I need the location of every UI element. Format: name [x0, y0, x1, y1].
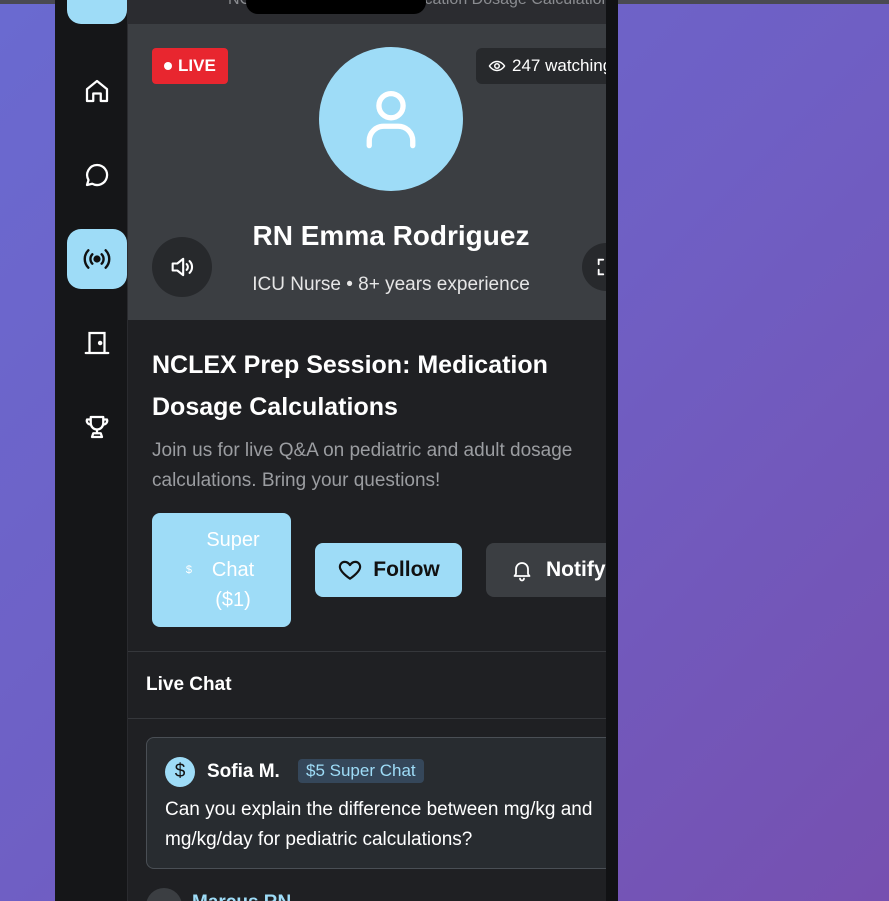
dollar-icon: $: [185, 564, 192, 576]
chat-message-user: Sofia M.: [207, 761, 280, 782]
mute-button[interactable]: [152, 237, 212, 297]
nav-live-button[interactable]: [67, 229, 127, 289]
nav-leaderboard-button[interactable]: [67, 397, 127, 457]
stream-panel: NCLEX Prep Session: Medication Dosage Ca…: [127, 0, 606, 901]
door-icon: [84, 331, 110, 355]
stream-description: Join us for live Q&A on pediatric and ad…: [152, 436, 606, 496]
fullscreen-icon: [597, 258, 605, 276]
chat-bubble-icon: [85, 163, 109, 187]
super-chat-button[interactable]: $ Super Chat ($1): [152, 513, 291, 627]
eye-icon: [488, 60, 506, 72]
super-chat-badge: $5 Super Chat: [298, 759, 424, 783]
nav-rail: [55, 0, 127, 901]
follow-button[interactable]: Follow: [315, 543, 462, 597]
live-badge: LIVE: [152, 48, 228, 84]
stream-title: NCLEX Prep Session: Medication Dosage Ca…: [152, 351, 548, 421]
stream-hero: LIVE 247 watching RN Emma Rodriguez ICU …: [128, 24, 606, 320]
notify-button[interactable]: Notify: [486, 543, 606, 597]
heart-icon: [339, 560, 362, 580]
host-avatar: [319, 47, 463, 191]
next-message-user: Marcus RN: [192, 892, 291, 901]
chat-divider-bottom: [128, 718, 606, 719]
live-chat-title: Live Chat: [146, 674, 232, 695]
nav-rooms-button[interactable]: [67, 313, 127, 373]
broadcast-icon: [83, 249, 111, 269]
super-chat-label: Super Chat ($1): [206, 529, 260, 611]
next-message-avatar: [146, 888, 182, 901]
speaker-icon: [171, 257, 194, 277]
user-icon: [366, 90, 416, 149]
follow-label: Follow: [373, 558, 440, 581]
notify-label: Notify: [546, 558, 606, 581]
stream-description-text: Join us for live Q&A on pediatric and ad…: [152, 440, 573, 491]
status-bar: NCLEX Prep Session: Medication Dosage Ca…: [128, 0, 606, 24]
trophy-icon: [85, 415, 109, 439]
live-dot-icon: [164, 62, 172, 70]
rail-item-top[interactable]: [67, 0, 127, 24]
camera-notch: [246, 0, 426, 14]
nav-chat-button[interactable]: [67, 145, 127, 205]
home-icon: [85, 79, 109, 103]
viewer-count: 247 watching: [476, 48, 606, 84]
nav-home-button[interactable]: [67, 61, 127, 121]
live-label: LIVE: [178, 56, 216, 75]
viewer-count-label: 247 watching: [512, 56, 606, 75]
bell-icon: [513, 562, 531, 582]
chat-message-text: Can you explain the difference between m…: [165, 799, 593, 850]
chat-message: $ Sofia M. $5 Super Chat Can you explain…: [146, 737, 606, 869]
chat-divider-top: [128, 651, 606, 652]
phone-frame: NCLEX Prep Session: Medication Dosage Ca…: [55, 0, 618, 901]
super-chat-avatar: $: [165, 757, 195, 787]
